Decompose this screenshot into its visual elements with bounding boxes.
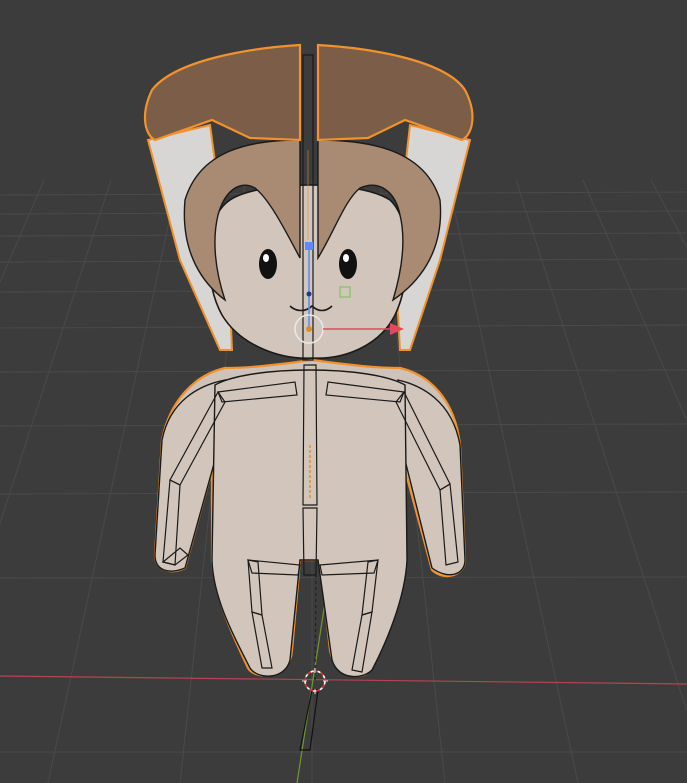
bone-parent-line xyxy=(314,574,317,683)
x-axis-line xyxy=(0,675,687,685)
hair-left-cap xyxy=(143,43,302,142)
3d-cursor-icon[interactable] xyxy=(302,668,328,694)
bone-root[interactable] xyxy=(299,689,319,751)
right-eye xyxy=(339,249,357,279)
hair-right-cap xyxy=(316,43,474,142)
gizmo-center-dot[interactable] xyxy=(306,291,312,297)
gizmo-pivot xyxy=(306,326,312,332)
torso xyxy=(211,369,408,678)
gizmo-y-handle[interactable] xyxy=(305,242,313,250)
3d-viewport[interactable] xyxy=(0,0,687,783)
left-eye xyxy=(259,249,277,279)
viewport-canvas[interactable] xyxy=(0,0,687,783)
